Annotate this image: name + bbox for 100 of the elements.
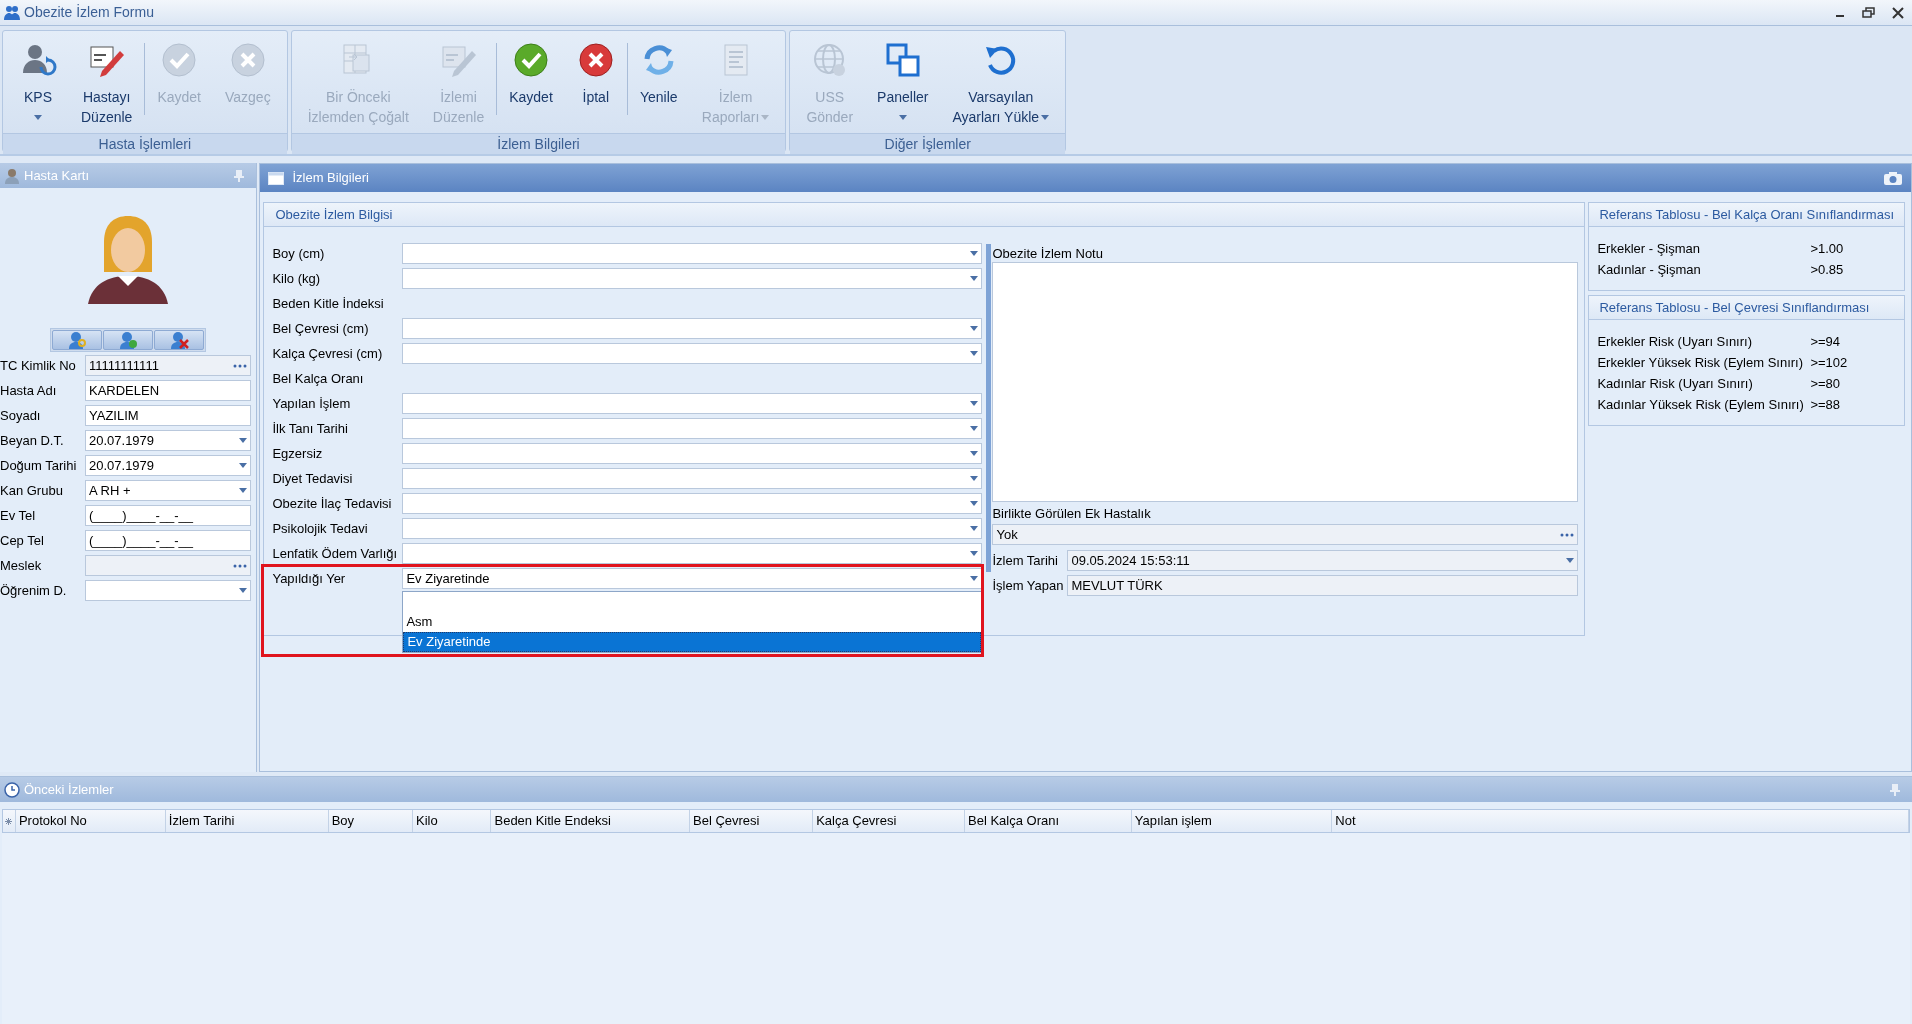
- field-label: Bel Çevresi (cm): [272, 319, 370, 338]
- patient-action-button[interactable]: [103, 330, 154, 350]
- check-icon: [160, 41, 199, 79]
- group-title: Referans Tablosu - Bel Çevresi Sınıflandırması: [1589, 296, 1904, 320]
- restore-icon[interactable]: [1862, 6, 1876, 19]
- input-field[interactable]: (____)____-__-__: [85, 505, 252, 526]
- ribbon-button[interactable]: Varsayılan Ayarları Yükle: [940, 35, 1062, 133]
- caret-icon: [239, 488, 248, 493]
- user-search-icon: [66, 331, 89, 349]
- reference-label: Kadınlar - Şişman: [1597, 260, 1702, 279]
- patient-action-button[interactable]: [52, 330, 103, 350]
- dropdown-field[interactable]: [402, 443, 983, 464]
- field-label: Soyadı: [0, 406, 42, 425]
- ribbon-button[interactable]: Hastayı Düzenle: [69, 35, 145, 133]
- field-label: İlk Tanı Tarihi: [272, 419, 349, 438]
- input-field[interactable]: YAZILIM: [85, 405, 252, 426]
- dropdown-field[interactable]: A RH +: [85, 480, 252, 501]
- reference-label: Erkekler - Şişman: [1597, 239, 1701, 258]
- field-label: Egzersiz: [272, 444, 324, 463]
- check-icon: [512, 41, 550, 79]
- window-icon: [268, 171, 285, 185]
- cancel-icon: [228, 41, 267, 79]
- ribbon-button[interactable]: Yenile: [627, 35, 690, 133]
- group-title: Obezite İzlem Bilgisi: [264, 203, 1585, 227]
- dropdown-field[interactable]: 09.05.2024 15:53:11: [1067, 550, 1579, 571]
- dropdown-field[interactable]: 20.07.1979: [85, 430, 252, 451]
- close-icon[interactable]: [1892, 6, 1904, 19]
- reference-value: >=102: [1810, 353, 1848, 372]
- caret-icon: [970, 551, 979, 556]
- caret-icon: [970, 276, 979, 281]
- reference-label: Erkekler Risk (Uyarı Sınırı): [1597, 332, 1753, 351]
- ribbon-button[interactable]: KPS: [7, 35, 69, 133]
- field-label: Öğrenim D.: [0, 581, 68, 600]
- input-field[interactable]: [85, 555, 252, 576]
- ribbon-button[interactable]: Kaydet: [497, 35, 565, 133]
- column-header[interactable]: Kilo: [413, 810, 492, 832]
- person-icon: [4, 167, 20, 184]
- reference-value: >=88: [1810, 395, 1841, 414]
- column-header[interactable]: Not: [1332, 810, 1909, 832]
- column-header[interactable]: Bel Kalça Oranı: [965, 810, 1132, 832]
- input-field[interactable]: 11111111111: [85, 355, 252, 376]
- caret-icon: [761, 114, 770, 120]
- cancel-icon: [576, 41, 615, 79]
- asterisk-icon: [5, 817, 13, 825]
- patient-action-button[interactable]: [154, 330, 205, 350]
- field-label: Meslek: [0, 556, 43, 575]
- dropdown-field[interactable]: [402, 493, 983, 514]
- camera-icon[interactable]: [1883, 170, 1903, 186]
- caret-icon: [970, 526, 979, 531]
- field-label: İzlem Tarihi: [992, 551, 1059, 570]
- column-header[interactable]: Kalça Çevresi: [813, 810, 965, 832]
- ribbon-button[interactable]: İptal: [564, 35, 627, 133]
- group-title: Referans Tablosu - Bel Kalça Oranı Sınıflandırması: [1589, 203, 1904, 227]
- panel-title: İzlem Bilgileri: [292, 169, 370, 188]
- dropdown-field[interactable]: [402, 543, 983, 564]
- reference-value: >0.85: [1810, 260, 1844, 279]
- field-label: Kan Grubu: [0, 481, 64, 500]
- dropdown-field[interactable]: [85, 580, 252, 601]
- caret-icon: [970, 451, 979, 456]
- column-header[interactable]: Beden Kitle Endeksi: [491, 810, 690, 832]
- field-label: Yapıldığı Yer: [272, 569, 347, 588]
- history-icon: [4, 781, 20, 798]
- user-add-icon: [117, 331, 140, 349]
- input-field[interactable]: KARDELEN: [85, 380, 252, 401]
- dropdown-field[interactable]: [402, 468, 983, 489]
- field-label: Birlikte Görülen Ek Hastalık: [992, 505, 1152, 524]
- dropdown-field[interactable]: [402, 418, 983, 439]
- pin-icon[interactable]: [234, 169, 245, 182]
- dropdown-option[interactable]: Ev Ziyaretinde: [403, 632, 982, 652]
- reference-label: Kadınlar Risk (Uyarı Sınırı): [1597, 374, 1754, 393]
- dropdown-field[interactable]: [402, 318, 983, 339]
- dropdown-field[interactable]: [402, 268, 983, 289]
- input-field[interactable]: (____)____-__-__: [85, 530, 252, 551]
- pin-icon[interactable]: [1890, 783, 1900, 796]
- field-label: Psikolojik Tedavi: [272, 519, 369, 538]
- caret-icon: [970, 576, 979, 581]
- dropdown-field[interactable]: [402, 243, 983, 264]
- note-textarea[interactable]: [992, 262, 1579, 502]
- dropdown-field[interactable]: Ev Ziyaretinde: [402, 568, 983, 589]
- caret-icon: [239, 438, 248, 443]
- ribbon-group-label: Hasta İşlemleri: [3, 133, 287, 154]
- input-field[interactable]: Yok: [992, 524, 1579, 545]
- column-header[interactable]: Yapılan işlem: [1131, 810, 1333, 832]
- column-header[interactable]: İzlem Tarihi: [165, 810, 329, 832]
- dropdown-field[interactable]: [402, 393, 983, 414]
- dropdown-field[interactable]: 20.07.1979: [85, 455, 252, 476]
- caret-icon: [970, 426, 979, 431]
- dropdown-option[interactable]: Asm: [403, 612, 982, 632]
- ellipsis-icon: [233, 563, 248, 568]
- dropdown-field[interactable]: [402, 343, 983, 364]
- column-header[interactable]: Bel Çevresi: [690, 810, 814, 832]
- dropdown-field[interactable]: [402, 518, 983, 539]
- field-label: Diyet Tedavisi: [272, 469, 354, 488]
- column-header[interactable]: Protokol No: [15, 810, 166, 832]
- ellipsis-icon: [1560, 532, 1575, 537]
- input-field[interactable]: MEVLUT TÜRK: [1067, 575, 1579, 596]
- column-header[interactable]: Boy: [328, 810, 414, 832]
- caret-icon: [970, 401, 979, 406]
- ribbon-button[interactable]: Paneller: [865, 35, 941, 133]
- caret-icon: [970, 501, 979, 506]
